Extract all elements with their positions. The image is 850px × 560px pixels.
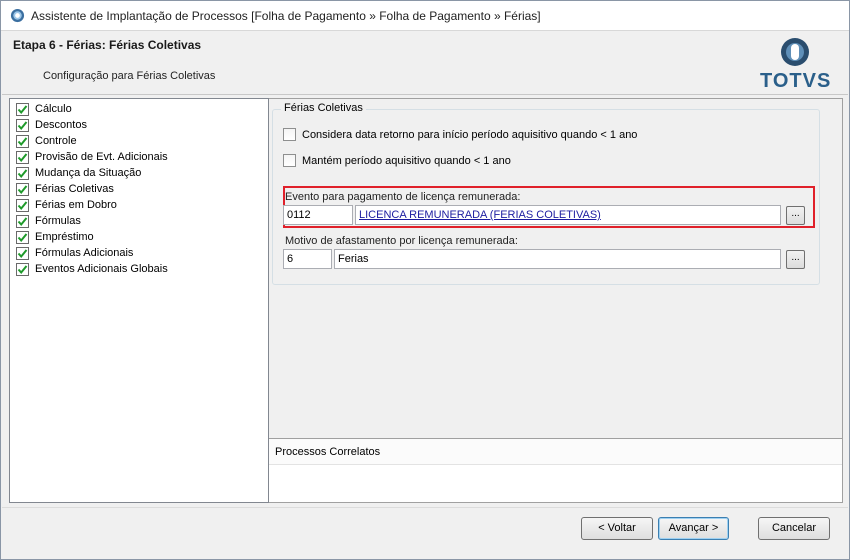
checkbox-checked-icon[interactable] [16,246,29,260]
tree-item[interactable]: Férias em Dobro [10,197,268,213]
tree-item-label: Mudança da Situação [35,167,142,179]
evento-label: Evento para pagamento de licença remuner… [285,191,521,203]
considera-data-checkbox-row[interactable]: Considera data retorno para início perío… [283,128,637,141]
checkbox-checked-icon[interactable] [16,134,29,148]
config-panel: Férias Coletivas Considera data retorno … [269,98,843,438]
tree-item-label: Férias Coletivas [35,183,114,195]
tree-item-label: Controle [35,135,77,147]
window-title: Assistente de Implantação de Processos [… [31,8,541,23]
checkbox-checked-icon[interactable] [16,118,29,132]
mantem-periodo-checkbox-row[interactable]: Mantém período aquisitivo quando < 1 ano [283,154,511,167]
tree-item[interactable]: Eventos Adicionais Globais [10,261,268,277]
wizard-header: Etapa 6 - Férias: Férias Coletivas Confi… [2,32,848,92]
totvs-logo: TOTVS [760,36,832,92]
group-title: Férias Coletivas [281,102,366,114]
next-button[interactable]: Avançar > [658,517,729,540]
tree-item[interactable]: Férias Coletivas [10,181,268,197]
totvs-logo-icon [781,38,809,66]
evento-code-field[interactable]: 0112 [283,205,353,225]
footer-divider [2,507,848,508]
app-icon [10,8,25,23]
evento-lookup-button[interactable]: ... [786,206,805,225]
motivo-label: Motivo de afastamento por licença remune… [285,235,518,247]
back-button[interactable]: < Voltar [581,517,653,540]
step-subtitle: Configuração para Férias Coletivas [43,70,216,82]
tree-item-label: Descontos [35,119,87,131]
tree-item[interactable]: Empréstimo [10,229,268,245]
tree-item-label: Férias em Dobro [35,199,117,211]
step-title: Etapa 6 - Férias: Férias Coletivas [13,38,202,52]
header-divider [2,94,848,95]
mantem-periodo-checkbox[interactable] [283,154,296,167]
tree-item-label: Empréstimo [35,231,94,243]
cancel-button[interactable]: Cancelar [758,517,830,540]
tree-item-label: Provisão de Evt. Adicionais [35,151,168,163]
tree-item[interactable]: Fórmulas Adicionais [10,245,268,261]
tree-item[interactable]: Provisão de Evt. Adicionais [10,149,268,165]
tree-item-label: Cálculo [35,103,72,115]
checkbox-checked-icon[interactable] [16,150,29,164]
tree-item[interactable]: Controle [10,133,268,149]
motivo-code-field[interactable]: 6 [283,249,332,269]
title-bar: Assistente de Implantação de Processos [… [1,1,849,31]
mantem-periodo-label: Mantém período aquisitivo quando < 1 ano [302,154,511,167]
logo-text: TOTVS [760,70,832,92]
checkbox-checked-icon[interactable] [16,214,29,228]
checkbox-checked-icon[interactable] [16,262,29,276]
tree-item[interactable]: Fórmulas [10,213,268,229]
tree-item-label: Fórmulas Adicionais [35,247,134,259]
processos-correlatos-title: Processos Correlatos [269,439,842,465]
tree-item-label: Fórmulas [35,215,81,227]
considera-data-checkbox[interactable] [283,128,296,141]
motivo-lookup-button[interactable]: ... [786,250,805,269]
tree-item-label: Eventos Adicionais Globais [35,263,168,275]
tree-item[interactable]: Cálculo [10,101,268,117]
checkbox-checked-icon[interactable] [16,230,29,244]
processos-correlatos-panel: Processos Correlatos [269,438,843,503]
considera-data-label: Considera data retorno para início perío… [302,128,638,141]
checkbox-checked-icon[interactable] [16,166,29,180]
motivo-desc-field[interactable]: Ferias [334,249,781,269]
wizard-window: Assistente de Implantação de Processos [… [0,0,850,560]
tree-item[interactable]: Descontos [10,117,268,133]
tree-item[interactable]: Mudança da Situação [10,165,268,181]
checkbox-checked-icon[interactable] [16,102,29,116]
ferias-coletivas-group: Férias Coletivas Considera data retorno … [272,102,820,285]
checkbox-checked-icon[interactable] [16,198,29,212]
checkbox-checked-icon[interactable] [16,182,29,196]
step-tree[interactable]: Cálculo Descontos Controle Provisão de Evt.… [9,98,269,503]
evento-desc-link[interactable]: LICENCA REMUNERADA (FERIAS COLETIVAS) [355,205,781,225]
